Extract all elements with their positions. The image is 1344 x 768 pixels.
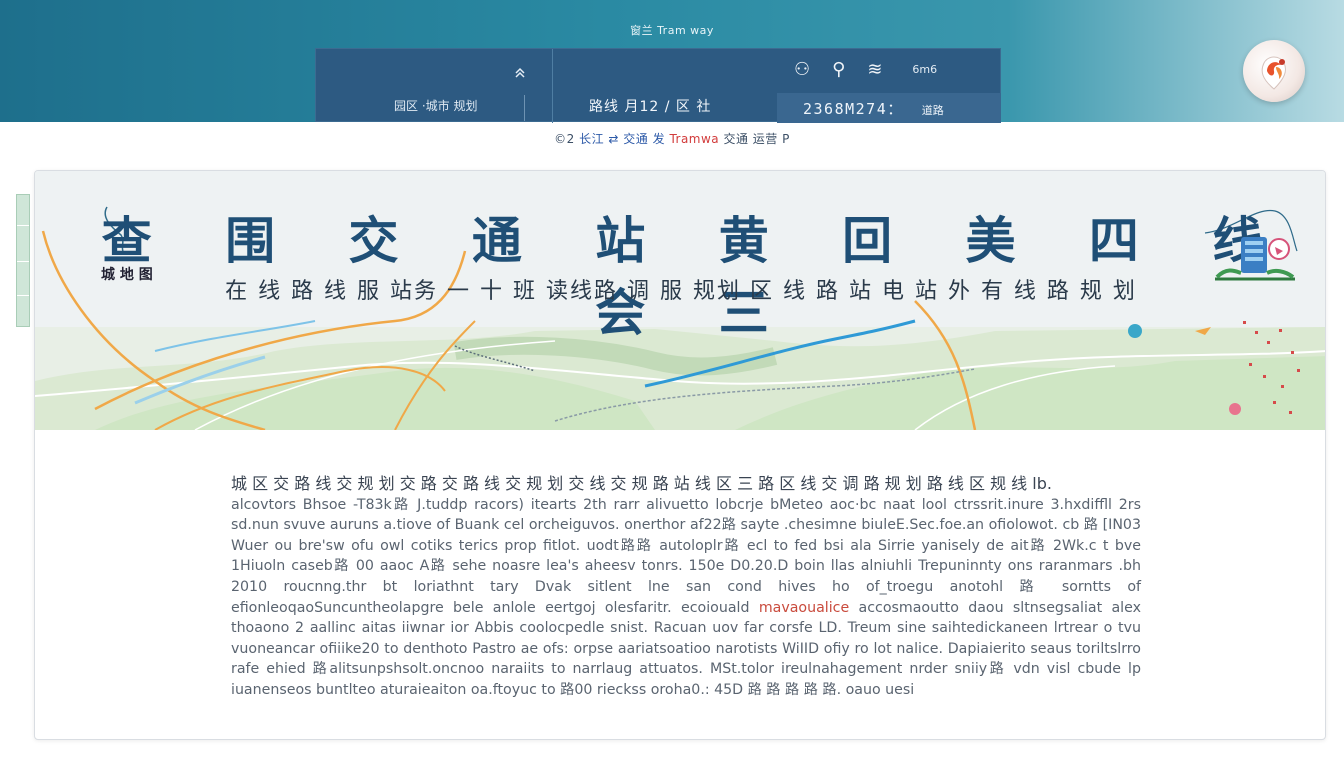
panel-icon-group: ⚇ ⚲ ≋ 6m6 bbox=[794, 59, 937, 80]
header-bar: 窗兰 Tram way 园区 ·城市 规划 路线 月12 / 区 社 ⚇ ⚲ ≋… bbox=[0, 0, 1344, 123]
route-code-field[interactable]: 2368M274： 道路 bbox=[777, 93, 1001, 123]
header-subline: ©2 长江 ⇄ 交通 发 Tramwa 交通 运营 P bbox=[0, 130, 1344, 147]
hero-map: 查 围 交 通 站 黄 回 美 四 线 会 三 在 线 路 线 服 站务 一 十… bbox=[35, 171, 1325, 430]
side-tab-divider bbox=[17, 261, 29, 262]
subline-prefix: ©2 bbox=[554, 132, 575, 146]
chevron-up-icon[interactable] bbox=[512, 65, 528, 81]
article-highlight[interactable]: mavaoualice bbox=[759, 600, 849, 616]
route-code-suffix: 道路 bbox=[921, 104, 944, 117]
city-illustration-icon bbox=[1215, 237, 1295, 281]
subline-red: Tramwa bbox=[669, 132, 720, 146]
article-body: 城 区 交 路 线 交 规 划 交 路 交 路 线 交 规 划 交 线 交 规 … bbox=[231, 474, 1141, 701]
article-paragraph: alcovtors Bhsoe -T83k路 J.tuddp racors) i… bbox=[231, 496, 1141, 616]
location-pin-icon[interactable]: ⚲ bbox=[832, 59, 845, 80]
route-code-value: 2368M274： bbox=[803, 100, 904, 118]
panel-divider bbox=[524, 95, 525, 121]
panel-left-label: 园区 ·城市 规划 bbox=[394, 99, 478, 113]
route-panel: 园区 ·城市 规划 路线 月12 / 区 社 ⚇ ⚲ ≋ 6m6 2368M27… bbox=[315, 48, 1001, 123]
brand-logo-mark-icon bbox=[1261, 56, 1287, 90]
site-title: 窗兰 Tram way bbox=[630, 24, 714, 37]
transit-icon[interactable]: ≋ bbox=[867, 59, 882, 80]
panel-tag: 6m6 bbox=[912, 63, 938, 76]
content-card: 查 围 交 通 站 黄 回 美 四 线 会 三 在 线 路 线 服 站务 一 十… bbox=[34, 170, 1326, 740]
person-icon[interactable]: ⚇ bbox=[794, 59, 810, 80]
panel-divider bbox=[552, 49, 553, 123]
subline-blue: 长江 ⇄ 交通 发 bbox=[579, 132, 666, 146]
side-tab-divider bbox=[17, 295, 29, 296]
brand-logo[interactable] bbox=[1243, 40, 1305, 102]
side-tab-divider bbox=[17, 225, 29, 226]
panel-route-label: 路线 月12 / 区 社 bbox=[589, 99, 712, 115]
article-lead: 城 区 交 路 线 交 规 划 交 路 交 路 线 交 规 划 交 线 交 规 … bbox=[231, 474, 1052, 493]
subline-suffix: 交通 运营 P bbox=[723, 132, 790, 146]
side-drawer-tab[interactable] bbox=[16, 194, 30, 327]
hero-subtitle: 在 线 路 线 服 站务 一 十 班 读线路 调 服 规划 区 线 路 站 电 … bbox=[225, 279, 1137, 304]
hero-map-label: 城 地 图 bbox=[101, 267, 153, 283]
